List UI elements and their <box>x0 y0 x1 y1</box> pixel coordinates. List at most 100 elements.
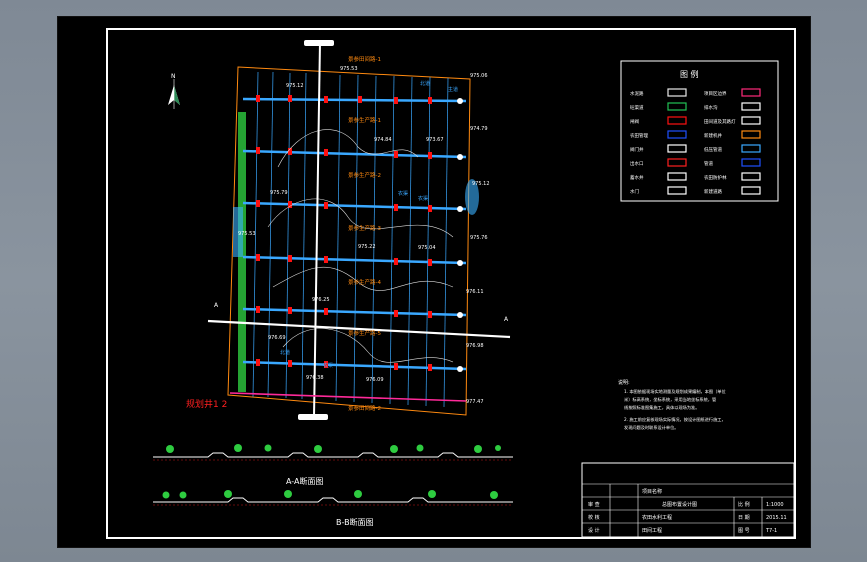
planned-well-label: 规划井1 2 <box>186 398 227 410</box>
legend-item-label: 管道 <box>704 160 713 167</box>
svg-text:975.76: 975.76 <box>470 235 488 241</box>
legend: 图 例 水泥路 项目区边界砼渠道 排水沟闸阀 田间道及其路灯农田管理 新建机井阀门井 低压… <box>620 60 779 202</box>
outlet-circles <box>457 98 463 372</box>
legend-item-label: 排水沟 <box>704 104 718 111</box>
legend-item-swatch <box>667 186 687 195</box>
road-end-top <box>304 40 334 46</box>
legend-item-label: 水门 <box>630 188 639 195</box>
svg-text:976.69: 976.69 <box>268 335 286 341</box>
road-label-2: 景参生产路-2 <box>348 171 381 179</box>
svg-text:校 核: 校 核 <box>588 514 600 521</box>
svg-text:975.53: 975.53 <box>238 231 256 237</box>
area-label: 北道 <box>420 80 430 87</box>
svg-text:日 期: 日 期 <box>738 515 750 521</box>
legend-item-label: 水泥路 <box>630 90 644 97</box>
section-marker-a-right: A <box>504 316 509 323</box>
svg-text:976.38: 976.38 <box>306 375 324 381</box>
valve-markers <box>256 95 432 371</box>
legend-item-label: 田间道及其路灯 <box>704 118 736 125</box>
svg-text:米）标高系统，坐标系统，采用当地坐标系统，管: 米）标高系统，坐标系统，采用当地坐标系统，管 <box>624 396 716 403</box>
section-bb-profile: B-B断面图 <box>153 490 513 527</box>
area-label: 北道 <box>280 349 290 356</box>
elevation-labels: 975.06 974.79 975.12 975.76 976.11 976.9… <box>238 66 490 405</box>
bottom-boundary <box>229 392 467 402</box>
svg-text:总图布置设计图: 总图布置设计图 <box>662 501 697 508</box>
section-marker-a-left: A <box>214 302 219 309</box>
svg-text:T7-1: T7-1 <box>765 528 777 534</box>
svg-text:976.09: 976.09 <box>366 377 384 383</box>
svg-text:977.47: 977.47 <box>466 399 484 405</box>
road-label-4: 景参生产路-4 <box>348 278 381 286</box>
legend-item-swatch <box>741 88 761 97</box>
road-label-bottom: 景参田间路-2 <box>348 404 381 412</box>
road-label-5: 景参生产路-5 <box>348 329 381 337</box>
svg-text:975.04: 975.04 <box>418 245 436 251</box>
svg-text:974.84: 974.84 <box>374 137 392 143</box>
legend-item-label: 农田防护林 <box>704 174 727 181</box>
svg-text:975.79: 975.79 <box>270 190 288 196</box>
legend-item-swatch <box>741 158 761 167</box>
central-road <box>313 41 321 418</box>
legend-item-swatch <box>667 102 687 111</box>
svg-text:1. 本图依据现场实地测量及规划成果编制，本图（单位: 1. 本图依据现场实地测量及规划成果编制，本图（单位 <box>624 388 726 395</box>
north-label: N <box>171 73 176 80</box>
legend-item-swatch <box>741 172 761 181</box>
svg-text:975.12: 975.12 <box>472 181 490 187</box>
legend-item-label: 阀门井 <box>630 146 644 153</box>
legend-item-label: 项目区边界 <box>704 90 727 97</box>
legend-item-label: 新建机井 <box>704 132 722 139</box>
svg-text:田间工程: 田间工程 <box>642 527 662 534</box>
road-label-3: 景参生产路-3 <box>348 224 381 232</box>
legend-item-label: 蓄水井 <box>630 174 644 181</box>
title-block: 项目名称 审 查 总图布置设计图 比 例 1:1000 校 核 农田水利工程 日… <box>581 462 795 538</box>
legend-item-label: 低压管道 <box>704 146 722 153</box>
legend-item-swatch <box>667 144 687 153</box>
road-label-top: 景参田间路-1 <box>348 55 381 63</box>
svg-text:975.53: 975.53 <box>340 66 358 72</box>
road-end-bottom <box>298 414 328 420</box>
svg-text:975.12: 975.12 <box>286 83 304 89</box>
svg-text:976.11: 976.11 <box>466 289 484 295</box>
legend-item-swatch <box>741 144 761 153</box>
svg-text:2. 施工前应复核现场实际情况，按设计图纸进行施工，: 2. 施工前应复核现场实际情况，按设计图纸进行施工， <box>624 416 726 423</box>
north-arrow-icon: N <box>168 73 180 109</box>
svg-text:图 号: 图 号 <box>738 528 750 534</box>
legend-item-swatch <box>741 102 761 111</box>
legend-item-label: 出水口 <box>630 160 644 167</box>
area-label: 主道 <box>448 86 458 93</box>
section-aa-profile: A-A断面图 <box>153 444 513 486</box>
svg-text:线按照标准图集施工，具体以现场为准。: 线按照标准图集施工，具体以现场为准。 <box>624 404 699 411</box>
svg-text:1:1000: 1:1000 <box>766 502 784 508</box>
svg-text:973.67: 973.67 <box>426 137 444 143</box>
svg-text:比 例: 比 例 <box>738 501 750 508</box>
legend-item-swatch <box>667 158 687 167</box>
notes-block: 说明: 1. 本图依据现场实地测量及规划成果编制，本图（单位 米）标高系统，坐标… <box>618 379 726 431</box>
drawing-viewport[interactable]: N A A 景参田间路-1 景参生产路-1 景参生产路-2 景参生产路-3 景参… <box>57 16 811 548</box>
legend-item-swatch <box>667 130 687 139</box>
legend-item-label: 新建道路 <box>704 188 722 195</box>
svg-text:发现问题及时联系设计单位。: 发现问题及时联系设计单位。 <box>624 424 678 431</box>
legend-item-swatch <box>667 172 687 181</box>
section-bb-label: B-B断面图 <box>336 517 374 527</box>
legend-title: 图 例 <box>680 69 699 79</box>
cad-drawing: N A A 景参田间路-1 景参生产路-1 景参生产路-2 景参生产路-3 景参… <box>153 40 795 538</box>
legend-item-swatch <box>741 186 761 195</box>
svg-text:976.98: 976.98 <box>466 343 484 349</box>
svg-text:审 查: 审 查 <box>588 501 600 508</box>
notes-title: 说明: <box>618 379 630 386</box>
legend-item-label: 砼渠道 <box>630 104 644 111</box>
svg-text:976.25: 976.25 <box>312 297 330 303</box>
legend-item-swatch <box>741 130 761 139</box>
legend-item-label: 农田管理 <box>630 132 648 139</box>
area-label: 农渠 <box>418 195 428 202</box>
svg-text:农田水利工程: 农田水利工程 <box>642 514 672 521</box>
legend-item-swatch <box>667 88 687 97</box>
section-aa-label: A-A断面图 <box>286 476 323 486</box>
legend-item-swatch <box>667 116 687 125</box>
legend-item-swatch <box>741 116 761 125</box>
road-label-1: 景参生产路-1 <box>348 116 381 124</box>
svg-text:975.22: 975.22 <box>358 244 376 250</box>
svg-text:项目名称: 项目名称 <box>642 488 662 495</box>
area-label: 农渠 <box>323 362 333 369</box>
svg-text:975.06: 975.06 <box>470 73 488 79</box>
